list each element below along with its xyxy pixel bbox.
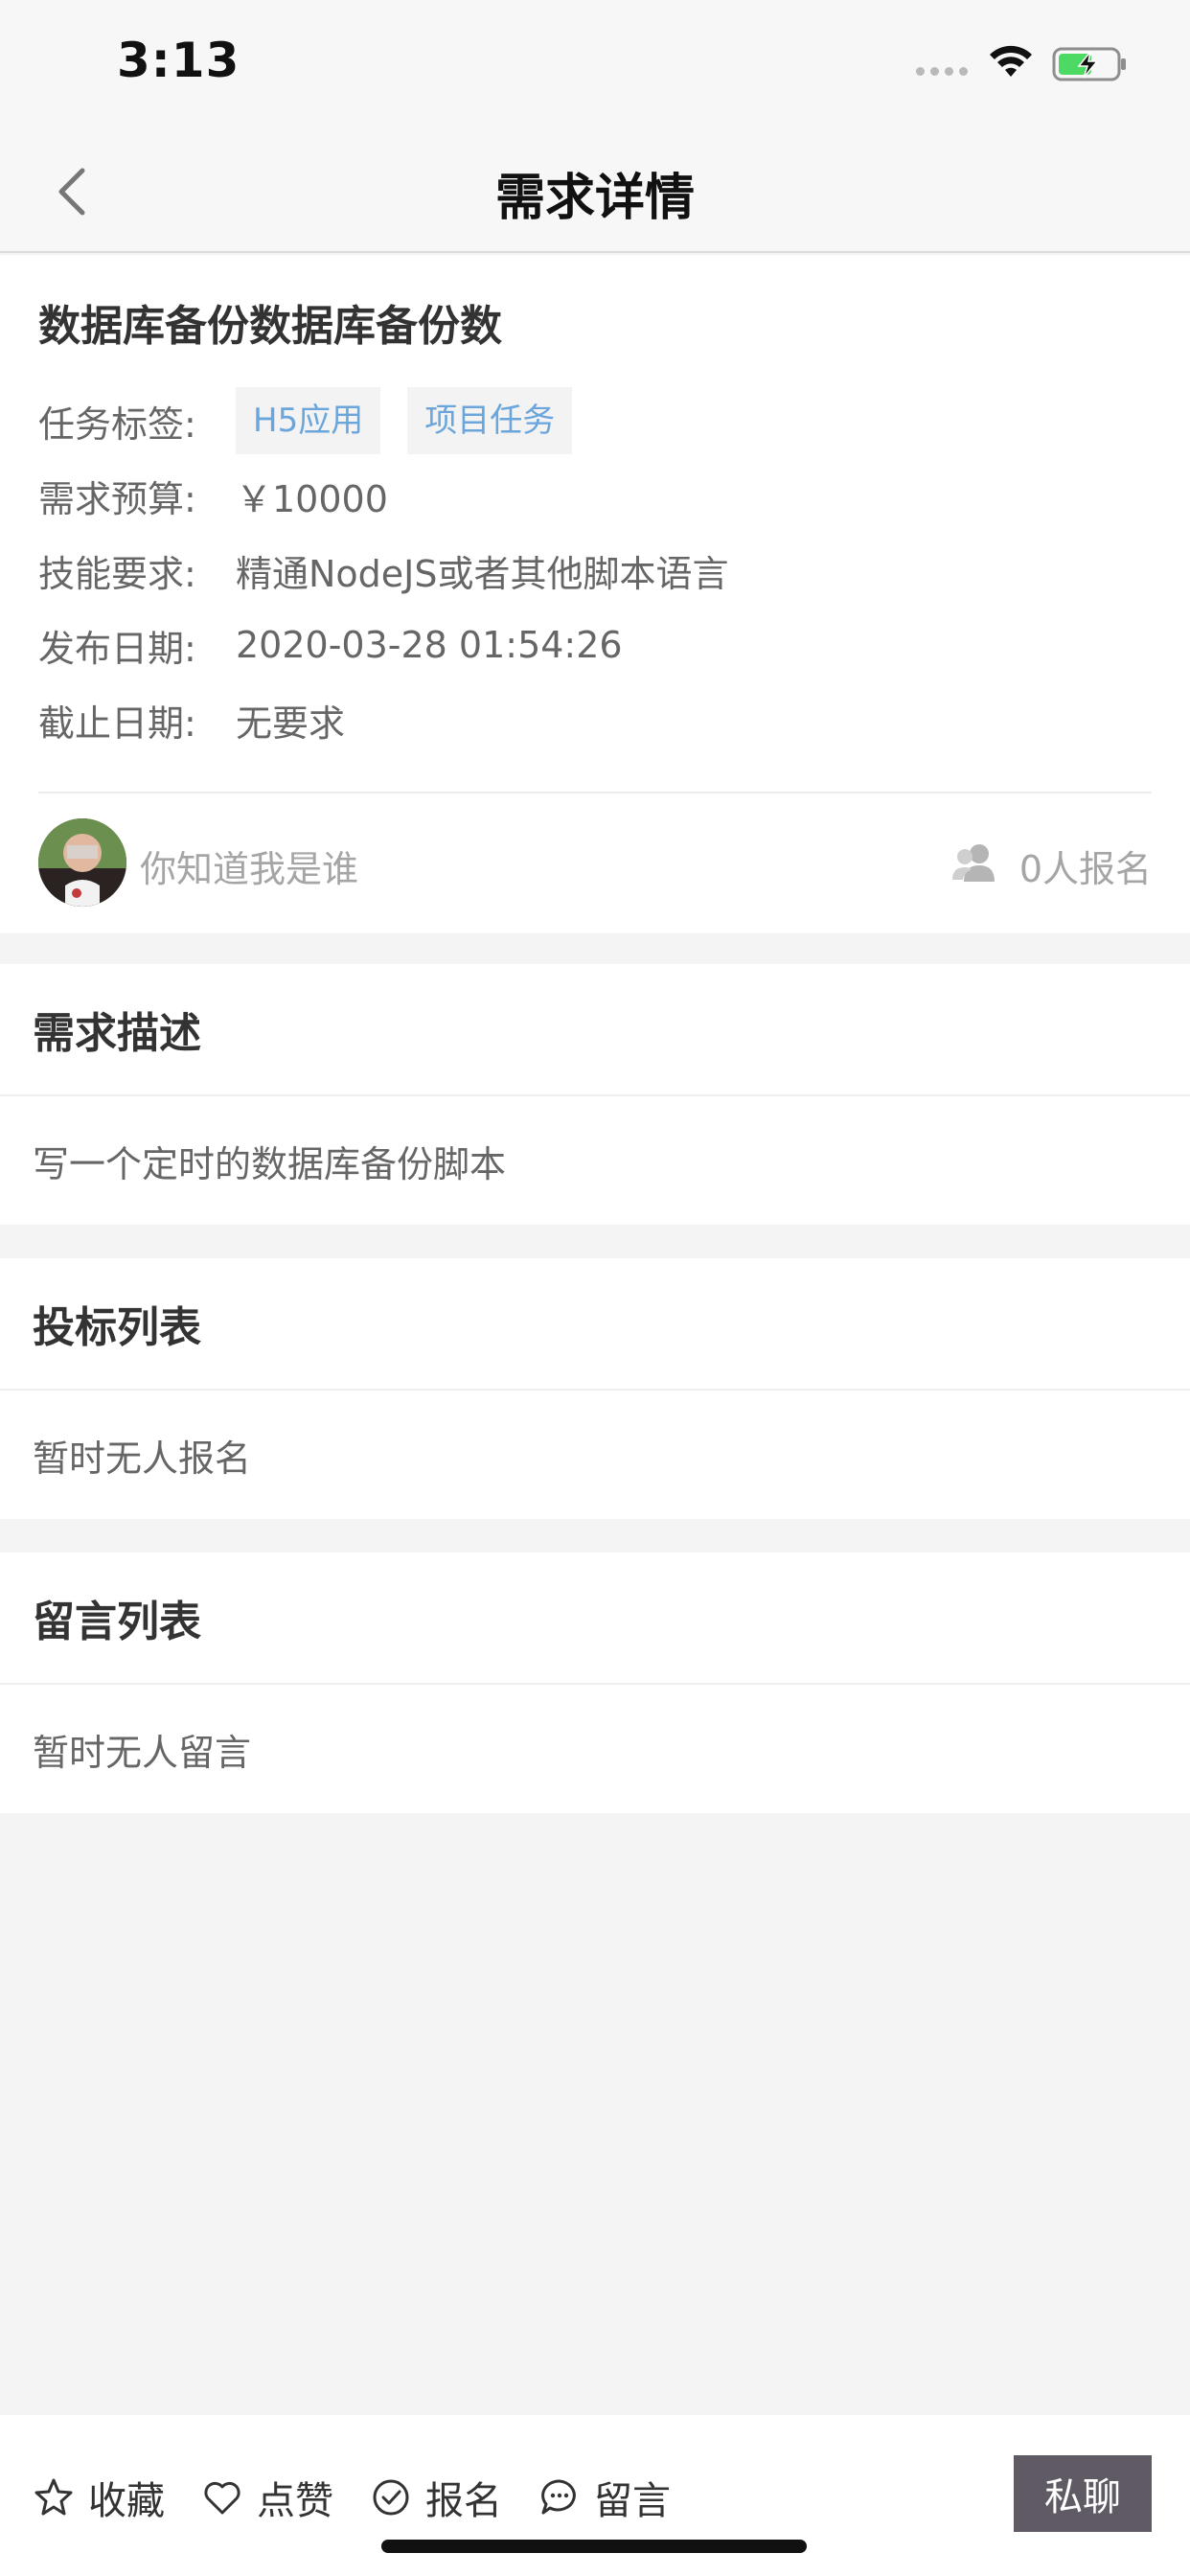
- description-body: 写一个定时的数据库备份脚本: [33, 1142, 507, 1185]
- home-indicator[interactable]: [381, 2540, 807, 2553]
- tag-h5[interactable]: H5应用: [236, 387, 381, 454]
- comments-empty-text: 暂时无人留言: [33, 1731, 252, 1774]
- tags-label: 任务标签:: [38, 402, 196, 446]
- description-title: 需求描述: [0, 964, 1190, 1096]
- nav-bar: 需求详情: [0, 126, 1190, 253]
- description-section: 需求描述 写一个定时的数据库备份脚本: [0, 964, 1190, 1225]
- deadline-value: 无要求: [236, 702, 346, 745]
- comment-button[interactable]: 留言: [538, 2469, 671, 2526]
- publish-date-value: 2020-03-28 01:54:26: [236, 624, 623, 666]
- budget-row: 需求预算: ￥10000: [38, 462, 388, 529]
- divider: [38, 792, 1152, 794]
- status-time: 3:13: [117, 33, 240, 88]
- like-label: 点赞: [257, 2479, 333, 2523]
- apply-label: 报名: [425, 2479, 502, 2523]
- check-circle-icon: [373, 2479, 409, 2516]
- bids-empty-text: 暂时无人报名: [33, 1437, 252, 1480]
- like-button[interactable]: 点赞: [201, 2469, 333, 2526]
- apply-button[interactable]: 报名: [370, 2469, 502, 2526]
- screen: 3:13 需求详情 数据库备份数据库备份数 任务标签: H5应用 项目任务 需求…: [0, 0, 1190, 2576]
- user-group-icon: [952, 844, 995, 882]
- tags-row: 任务标签: H5应用 项目任务: [38, 387, 599, 454]
- star-icon: [34, 2478, 73, 2516]
- applicant-count: 0人报名: [1018, 848, 1152, 890]
- deadline-label: 截止日期:: [38, 702, 196, 745]
- comments-title: 留言列表: [0, 1552, 1190, 1685]
- private-chat-button[interactable]: 私聊: [1014, 2455, 1152, 2532]
- budget-value: ￥10000: [236, 477, 388, 520]
- avatar[interactable]: [38, 818, 126, 907]
- cellular-signal-icon: [916, 67, 968, 76]
- publish-date-row: 发布日期: 2020-03-28 01:54:26: [38, 611, 623, 678]
- comment-label: 留言: [594, 2479, 671, 2523]
- bids-section: 投标列表 暂时无人报名: [0, 1258, 1190, 1519]
- task-info-card: 数据库备份数据库备份数 任务标签: H5应用 项目任务 需求预算: ￥10000…: [0, 255, 1190, 933]
- bids-title: 投标列表: [0, 1258, 1190, 1391]
- favorite-button[interactable]: 收藏: [33, 2469, 165, 2526]
- comments-section: 留言列表 暂时无人留言: [0, 1552, 1190, 1813]
- deadline-row: 截止日期: 无要求: [38, 686, 345, 753]
- page-title: 需求详情: [494, 170, 695, 227]
- skill-row: 技能要求: 精通NodeJS或者其他脚本语言: [38, 537, 729, 604]
- skill-value: 精通NodeJS或者其他脚本语言: [236, 552, 729, 595]
- publish-date-label: 发布日期:: [38, 627, 196, 670]
- budget-label: 需求预算:: [38, 477, 196, 520]
- tag-project-task[interactable]: 项目任务: [407, 387, 573, 454]
- skill-label: 技能要求:: [38, 552, 196, 595]
- heart-icon: [204, 2481, 240, 2515]
- task-title: 数据库备份数据库备份数: [38, 302, 502, 351]
- publisher-name[interactable]: 你知道我是谁: [140, 840, 358, 892]
- chat-bubble-icon: [541, 2479, 576, 2515]
- status-bar: 3:13: [0, 0, 1190, 126]
- battery-icon: [1052, 47, 1126, 81]
- wifi-icon: [990, 45, 1032, 77]
- favorite-label: 收藏: [88, 2479, 165, 2523]
